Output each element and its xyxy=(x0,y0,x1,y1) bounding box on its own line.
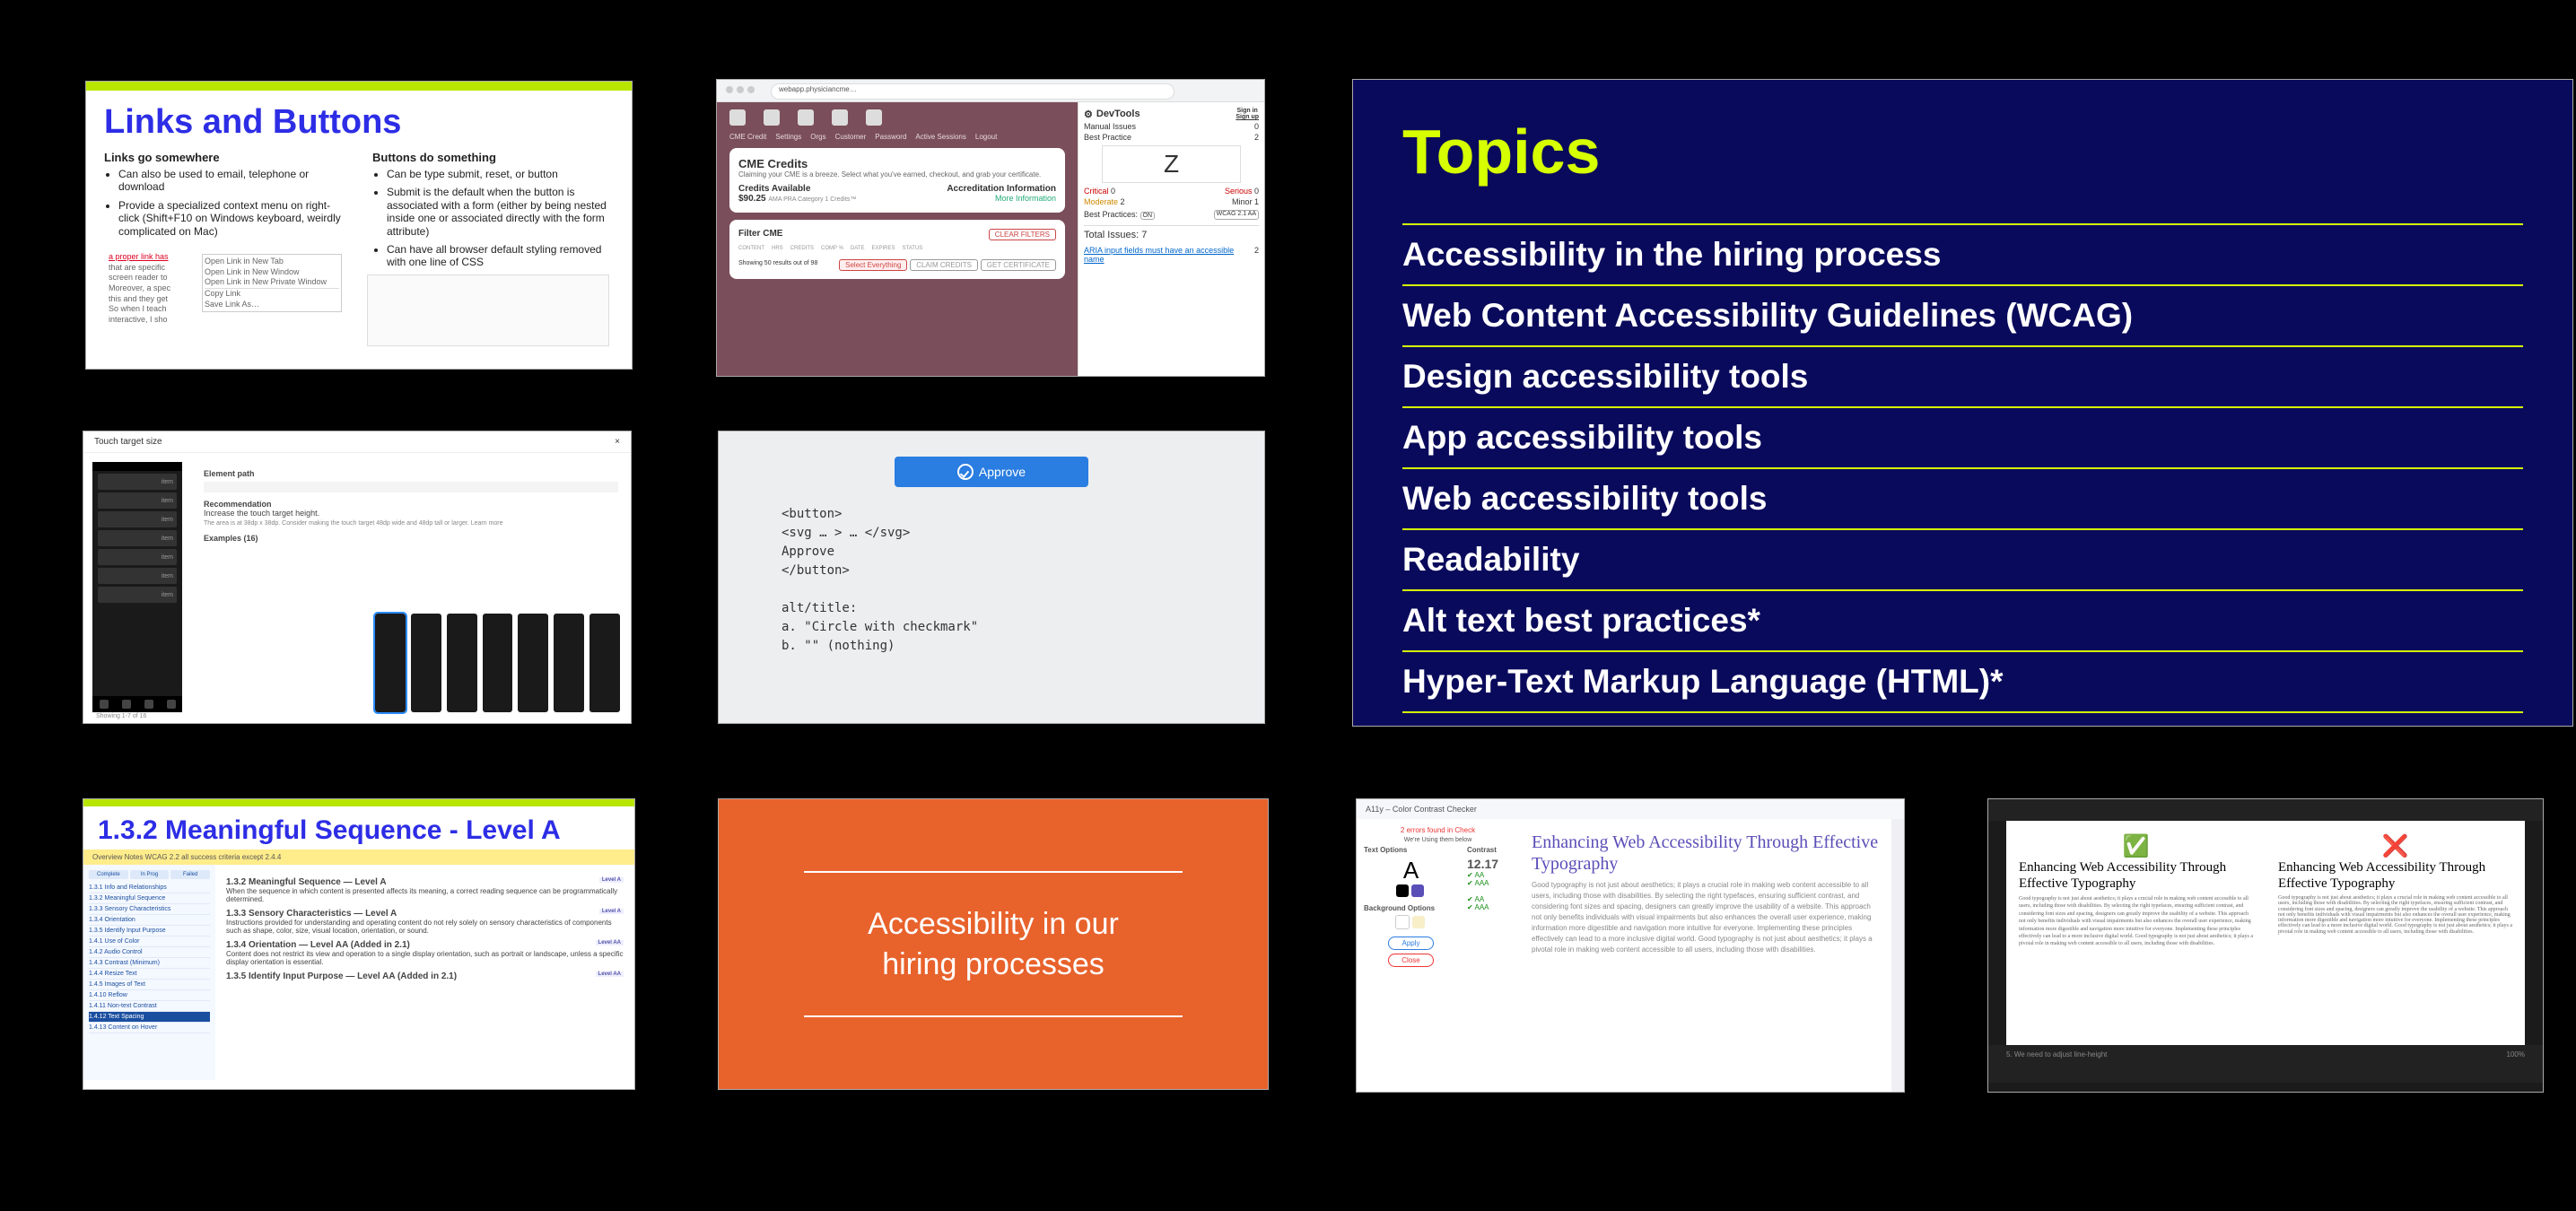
card-title: CME Credits xyxy=(738,157,1056,170)
check-icon: ✅ xyxy=(2019,833,2253,859)
checkmark-circle-icon xyxy=(957,464,974,480)
devtools-icon: ⚙ xyxy=(1084,109,1093,120)
scrollbar[interactable] xyxy=(1891,819,1904,1092)
criteria-content: 1.3.2 Meaningful Sequence — Level ALevel… xyxy=(215,865,634,1080)
criteria-nav[interactable]: CompleteIn ProgFailed 1.3.1 Info and Rel… xyxy=(83,865,215,1080)
slide-title: Links and Buttons xyxy=(104,103,614,142)
touch-target-inspector[interactable]: Touch target size× itemitemitemitemitemi… xyxy=(83,431,632,724)
contrast-checker-light[interactable]: A11y – Color Contrast Checker 2 errors f… xyxy=(1356,798,1905,1093)
bad-example: ❌ Enhancing Web Accessibility Through Ef… xyxy=(2266,821,2525,1045)
topic-item: App accessibility tools xyxy=(1402,419,1762,456)
close-button[interactable]: Close xyxy=(1388,954,1433,967)
wcag-criterion-slide[interactable]: 1.3.2 Meaningful Sequence - Level A Over… xyxy=(83,798,635,1090)
list-item: Submit is the default when the button is… xyxy=(387,186,614,238)
menu-item: Save Link As… xyxy=(205,300,339,310)
clear-filters-button[interactable]: CLEAR FILTERS xyxy=(989,229,1056,240)
topic-item: Design accessibility tools xyxy=(1402,358,1808,395)
sample-letter: A xyxy=(1364,857,1458,884)
accent-bar xyxy=(86,82,632,91)
approve-button[interactable]: Approve xyxy=(895,457,1088,487)
more-info-link[interactable]: More Information xyxy=(995,194,1056,204)
topics-slide[interactable]: Topics Accessibility in the hiring proce… xyxy=(1352,79,2573,727)
demo-link: a proper link has xyxy=(109,252,169,261)
url-bar[interactable]: webapp.physiciancme… xyxy=(771,83,1174,100)
zoom-level: 100% xyxy=(2507,1050,2525,1077)
code-sample xyxy=(367,274,609,346)
checker-sidebar[interactable]: 2 errors found in Check We're Using them… xyxy=(1357,819,1519,1092)
topic-item: Web Content Accessibility Guidelines (WC… xyxy=(1402,297,2133,334)
slide-links-and-buttons[interactable]: Links and Buttons Links go somewhere Can… xyxy=(85,81,633,370)
context-menu-demo: a proper link has Open Link in New Tab O… xyxy=(109,252,342,351)
menu-item: Open Link in New Tab xyxy=(205,257,339,267)
score-badge: Z xyxy=(1102,145,1241,183)
topic-item: Hyper-Text Markup Language (HTML)* xyxy=(1402,663,2003,700)
list-item: Provide a specialized context menu on ri… xyxy=(118,199,345,238)
code-block: <button> <svg … > … </svg> Approve </but… xyxy=(782,505,1264,656)
menu-item: Open Link in New Private Window xyxy=(205,277,339,288)
list-item: Can be type submit, reset, or button xyxy=(387,168,614,180)
preview-pane: Enhancing Web Accessibility Through Effe… xyxy=(1519,819,1891,1092)
cross-icon: ❌ xyxy=(2278,833,2512,859)
topic-item: Accessible-Rich Internet Applications (A… xyxy=(1402,724,2123,727)
browser-chrome: webapp.physiciancme… xyxy=(717,80,1264,102)
menu-item: Open Link in New Window xyxy=(205,267,339,278)
topic-item: Alt text best practices* xyxy=(1402,602,1760,639)
good-example: ✅ Enhancing Web Accessibility Through Ef… xyxy=(2006,821,2266,1045)
total-issues: Total Issues: 7 xyxy=(1084,225,1259,240)
devtools-panel: ⚙DevTools Sign inSign up Manual Issues0 … xyxy=(1078,102,1264,377)
caption: 5. We need to adjust line-height xyxy=(2006,1050,2107,1077)
toolbar xyxy=(1988,799,2543,821)
approve-button-demo[interactable]: Approve <button> <svg … > … </svg> Appro… xyxy=(718,431,1265,724)
col-heading: Links go somewhere xyxy=(104,151,345,164)
slide-title: 1.3.2 Meaningful Sequence - Level A xyxy=(98,815,620,846)
example-gallery[interactable] xyxy=(375,614,620,712)
typography-compare-dark[interactable]: ✅ Enhancing Web Accessibility Through Ef… xyxy=(1987,798,2544,1093)
page-content: CME Credit Settings Orgs Customer Passwo… xyxy=(717,102,1078,377)
breadcrumb: Overview Notes WCAG 2.2 all success crit… xyxy=(83,849,634,865)
apply-button[interactable]: Apply xyxy=(1388,937,1433,950)
topic-list: Accessibility in the hiring process Web … xyxy=(1402,223,2523,727)
slide-title: Accessibility in ourhiring processes xyxy=(868,904,1119,983)
menu-item: Copy Link xyxy=(205,288,339,300)
topic-item: Web accessibility tools xyxy=(1402,480,1767,517)
list-item: Can also be used to email, telephone or … xyxy=(118,168,345,194)
device-preview: itemitemitemitemitemitemitem xyxy=(92,462,182,712)
col-heading: Buttons do something xyxy=(372,151,614,164)
list-item: Can have all browser default styling rem… xyxy=(387,243,614,269)
hiring-section-slide[interactable]: Accessibility in ourhiring processes xyxy=(718,798,1269,1090)
topic-item: Readability xyxy=(1402,541,1579,578)
close-icon[interactable]: × xyxy=(615,437,620,447)
slide-title: Topics xyxy=(1402,116,2523,187)
devtools-audit-screenshot[interactable]: webapp.physiciancme… CME Credit Settings… xyxy=(716,79,1265,377)
issue-link[interactable]: ARIA input fields must have an accessibl… xyxy=(1084,246,1254,264)
topic-item: Accessibility in the hiring process xyxy=(1402,236,1941,273)
